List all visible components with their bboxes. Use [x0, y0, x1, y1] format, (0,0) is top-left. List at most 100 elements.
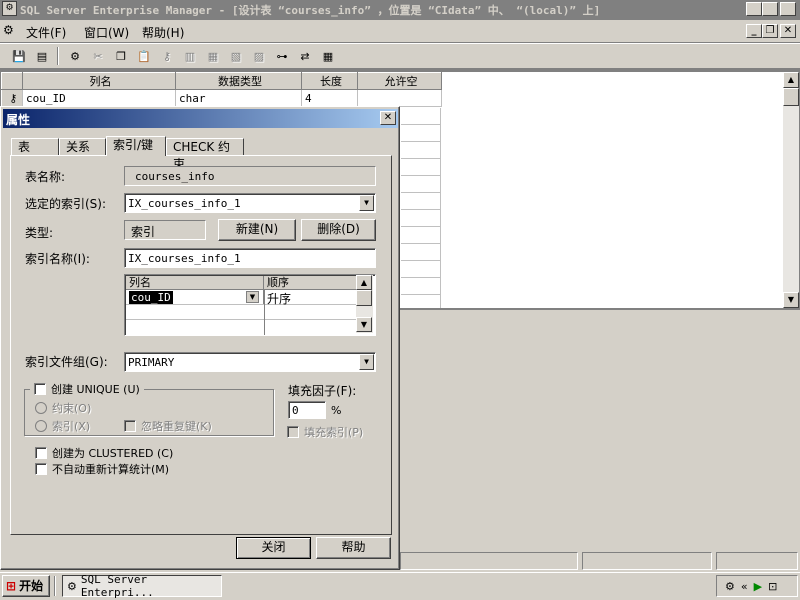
- delete-column-icon[interactable]: ▦: [204, 47, 222, 65]
- dialog-close-button[interactable]: ✕: [380, 111, 396, 125]
- dialog-title: 属性: [6, 113, 31, 127]
- start-label: 开始: [19, 579, 44, 593]
- index-row-order[interactable]: 升序: [264, 290, 356, 306]
- primary-key-icon[interactable]: ⚷: [158, 47, 176, 65]
- index-radio-circle[interactable]: [35, 420, 47, 432]
- service-manager-icon[interactable]: ▶: [754, 580, 762, 593]
- selected-index-value: IX_courses_info_1: [128, 197, 241, 210]
- col-header-length[interactable]: 长度: [301, 72, 358, 90]
- create-unique-check[interactable]: [34, 383, 46, 395]
- pad-index-label: 填充索引(P): [304, 426, 364, 439]
- paste-icon[interactable]: 📋: [135, 47, 153, 65]
- close-dialog-button[interactable]: 关闭: [236, 537, 311, 559]
- table-row[interactable]: cou_ID ▼ 升序: [126, 290, 356, 306]
- taskbar: ⊞ 开始 ⚙ SQL Server Enterpri... ⚙ « ▶ ⊡: [0, 572, 800, 600]
- delete-index-button[interactable]: 删除(D): [301, 219, 376, 241]
- constraint-label: 约束(O): [52, 402, 92, 415]
- cell-column-name[interactable]: cou_ID: [22, 89, 176, 107]
- fill-factor-unit: %: [331, 404, 342, 417]
- index-name-input[interactable]: IX_courses_info_1: [124, 248, 376, 268]
- tab-table[interactable]: 表: [11, 138, 59, 155]
- properties-icon[interactable]: ▤: [33, 47, 51, 65]
- index-col-header-name: 列名: [126, 276, 264, 290]
- app-title: SQL Server Enterprise Manager - [设计表 “co…: [20, 4, 601, 17]
- primary-key-icon: ⚷: [1, 89, 23, 107]
- constraint-radio-circle[interactable]: [35, 402, 47, 414]
- tab-relationships[interactable]: 关系: [59, 138, 106, 155]
- index-radio-label: 索引(X): [52, 420, 91, 433]
- fill-factor-input[interactable]: 0: [288, 401, 326, 419]
- create-unique-checkbox[interactable]: 创建 UNIQUE (U): [30, 381, 144, 397]
- minimize-button[interactable]: _: [746, 2, 762, 16]
- ignore-dup-check[interactable]: [124, 420, 136, 432]
- app-icon: ⚙: [2, 1, 17, 16]
- type-field: 索引: [124, 220, 206, 240]
- network-icon[interactable]: ⊡: [768, 580, 777, 593]
- doc-close-button[interactable]: ✕: [780, 24, 796, 38]
- start-button[interactable]: ⊞ 开始: [2, 575, 50, 597]
- save-icon[interactable]: 💾: [10, 47, 28, 65]
- properties-dialog: 属性 ✕ 表 关系 索引/键 CHECK 约束 表名称: courses_inf…: [0, 106, 400, 570]
- doc-icon: ⚙: [3, 23, 14, 37]
- col-header-nullable[interactable]: 允许空: [357, 72, 442, 90]
- cell-length[interactable]: 4: [301, 89, 358, 107]
- manage-triggers-icon[interactable]: ▨: [250, 47, 268, 65]
- clustered-checkbox[interactable]: 创建为 CLUSTERED (C): [35, 445, 173, 461]
- insert-column-icon[interactable]: ▥: [181, 47, 199, 65]
- close-button[interactable]: ✕: [780, 2, 796, 16]
- selected-index-combo[interactable]: IX_courses_info_1 ▼: [124, 193, 376, 213]
- manage-indexes-icon[interactable]: ▧: [227, 47, 245, 65]
- menu-help[interactable]: 帮助(H): [142, 24, 184, 41]
- scroll-up-button[interactable]: ▲: [783, 72, 799, 88]
- tab-indexes-keys[interactable]: 索引/键: [106, 136, 166, 156]
- table-row[interactable]: ⚷ cou_ID char 4: [1, 89, 442, 107]
- col-header-name[interactable]: 列名: [22, 72, 176, 90]
- restore-button[interactable]: ❐: [762, 2, 778, 16]
- filegroup-value: PRIMARY: [128, 356, 175, 369]
- index-radio[interactable]: 索引(X): [35, 418, 90, 434]
- index-grid-scrollbar[interactable]: ▲ ▼: [356, 275, 373, 333]
- filegroup-label-visible: 索引文件组(G):: [25, 355, 108, 369]
- generate-script-icon[interactable]: ⚙: [66, 47, 84, 65]
- pad-index-check[interactable]: [287, 426, 299, 438]
- scroll-down-button[interactable]: ▼: [783, 292, 799, 308]
- pad-index-checkbox[interactable]: 填充索引(P): [287, 424, 363, 440]
- tab-check-constraints[interactable]: CHECK 约束: [166, 138, 244, 171]
- cut-icon[interactable]: ✂: [89, 47, 107, 65]
- row-header-corner: [1, 72, 23, 90]
- taskbar-task[interactable]: ⚙ SQL Server Enterpri...: [62, 573, 222, 599]
- design-grid-scrollbar[interactable]: ▲ ▼: [783, 72, 799, 308]
- help-button[interactable]: 帮助: [316, 537, 391, 559]
- no-recompute-check[interactable]: [35, 463, 47, 475]
- new-index-button[interactable]: 新建(N): [218, 219, 296, 241]
- fill-factor-label: 填充因子(F):: [288, 384, 357, 398]
- chevron-left-icon[interactable]: «: [741, 580, 748, 593]
- copy-icon[interactable]: ❐: [112, 47, 130, 65]
- scroll-thumb[interactable]: [783, 88, 799, 106]
- tab-strip: 表 关系 索引/键 CHECK 约束: [11, 136, 391, 171]
- cell-data-type[interactable]: char: [175, 89, 302, 107]
- filegroup-combo[interactable]: PRIMARY ▼: [124, 352, 376, 372]
- no-recompute-checkbox[interactable]: 不自动重新计算统计(M): [35, 461, 169, 477]
- table-name-field: courses_info: [124, 166, 376, 186]
- menu-window[interactable]: 窗口(W): [84, 24, 129, 41]
- relationships-icon[interactable]: ⊶: [273, 47, 291, 65]
- ignore-dup-label: 忽略重复键(K): [141, 420, 212, 433]
- chevron-down-icon[interactable]: ▼: [246, 291, 259, 303]
- menu-file[interactable]: 文件(F): [26, 24, 66, 41]
- constraint-radio[interactable]: 约束(O): [35, 400, 91, 416]
- doc-minimize-button[interactable]: _: [746, 24, 762, 38]
- sql-server-icon[interactable]: ⚙: [725, 580, 735, 593]
- clustered-check[interactable]: [35, 447, 47, 459]
- table-icon[interactable]: ▦: [319, 47, 337, 65]
- chevron-down-icon[interactable]: ▼: [359, 195, 374, 211]
- col-header-type[interactable]: 数据类型: [175, 72, 302, 90]
- manage-constraints-icon[interactable]: ⇄: [296, 47, 314, 65]
- chevron-down-icon[interactable]: ▼: [359, 354, 374, 370]
- menu-bar: ⚙ 文件(F) 窗口(W) 帮助(H) _ ❐ ✕: [0, 20, 800, 42]
- ignore-dup-checkbox[interactable]: 忽略重复键(K): [124, 418, 212, 434]
- index-row-column[interactable]: cou_ID: [129, 291, 173, 304]
- toolbar: 💾 ▤ ⚙ ✂ ❐ 📋 ⚷ ▥ ▦ ▧ ▨ ⊶ ⇄ ▦: [0, 43, 800, 69]
- cell-nullable[interactable]: [357, 89, 442, 107]
- doc-restore-button[interactable]: ❐: [762, 24, 778, 38]
